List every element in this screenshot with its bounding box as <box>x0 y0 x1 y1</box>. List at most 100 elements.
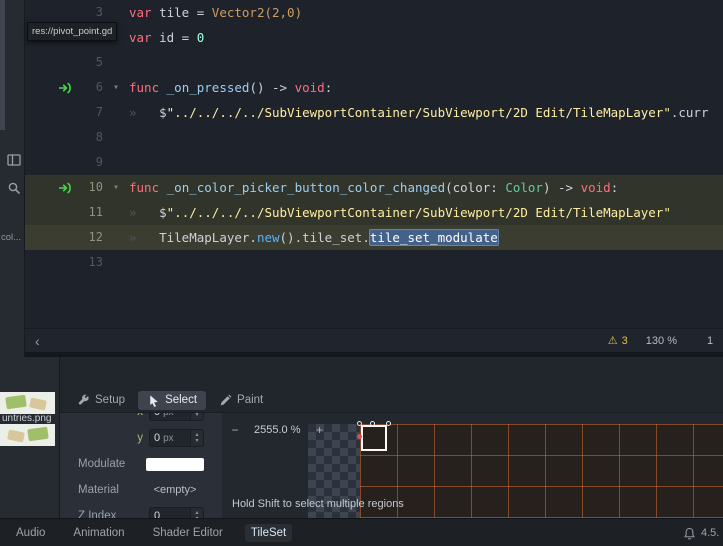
spin-value-box[interactable]: 0px <box>149 413 191 421</box>
spin-steppers[interactable]: ▴▾ <box>191 507 204 518</box>
resize-handle[interactable] <box>357 421 362 426</box>
bottom-tab-shader-editor[interactable]: Shader Editor <box>147 524 229 542</box>
slot-gutter <box>25 150 77 175</box>
code-text: var id = 0 <box>129 25 723 50</box>
bottom-area: untries.png SetupSelectPaint x0px▴▾y0px▴… <box>0 357 723 518</box>
atlas-tile-grid[interactable] <box>360 424 723 518</box>
slot-gutter <box>25 50 77 75</box>
code-text: » $"../../../../SubViewportContainer/Sub… <box>129 200 723 225</box>
code-text: func _on_pressed() -> void: <box>129 75 723 100</box>
line-number: 5 <box>77 50 103 75</box>
tab-setup[interactable]: Setup <box>68 391 134 410</box>
warnings-indicator[interactable]: ⚠ 3 <box>608 334 628 347</box>
slot-gutter <box>25 100 77 125</box>
cursor-icon <box>147 394 160 407</box>
script-status-bar: ‹ ⚠ 3 130 % 1 <box>25 328 723 352</box>
code-lines[interactable]: 3var tile = Vector2(2,0)4var id = 056▾fu… <box>25 0 723 328</box>
atlas-zoom-widget: − 2555.0 % + <box>228 423 326 437</box>
spin-steppers[interactable]: ▴▾ <box>191 413 204 421</box>
code-line[interactable]: 12» TileMapLayer.new().tile_set.tile_set… <box>25 225 723 250</box>
property-label: Material <box>78 484 146 496</box>
property-label: Modulate <box>78 458 146 470</box>
line-number: 10 <box>77 175 103 200</box>
tools-icon <box>77 394 90 407</box>
code-line[interactable]: 13 <box>25 250 723 275</box>
tile-properties: x0px▴▾y0px▴▾ModulateMaterial<empty>Z Ind… <box>60 413 222 518</box>
component-label: x <box>137 413 143 418</box>
spin-unit: px <box>163 433 174 444</box>
tileset-content: x0px▴▾y0px▴▾ModulateMaterial<empty>Z Ind… <box>60 412 723 518</box>
tab-label: Paint <box>237 394 263 406</box>
atlas-view[interactable]: − 2555.0 % + Hold Shift to select mu <box>222 413 723 518</box>
fold-gutter <box>103 150 129 175</box>
code-text: » $"../../../../SubViewportContainer/Sub… <box>129 100 723 125</box>
spin-steppers[interactable]: ▴▾ <box>191 429 204 447</box>
property-row: x0px▴▾ <box>60 413 222 425</box>
atlas-zoom-level[interactable]: 2555.0 % <box>254 424 300 436</box>
atlas-hint-text: Hold Shift to select multiple regions <box>232 498 404 510</box>
slot-gutter <box>25 200 77 225</box>
tileset-mode-tabs: Setup Select Paint <box>60 388 723 412</box>
signal-slot-icon[interactable] <box>25 75 77 100</box>
code-line[interactable]: 4var id = 0 <box>25 25 723 50</box>
property-row: y0px▴▾ <box>60 425 222 451</box>
tileset-panel: SetupSelectPaint x0px▴▾y0px▴▾ModulateMat… <box>60 357 723 518</box>
search-icon[interactable] <box>6 180 22 196</box>
tab-select[interactable]: Select <box>138 391 206 410</box>
code-line[interactable]: 11» $"../../../../SubViewportContainer/S… <box>25 200 723 225</box>
selected-tile-region[interactable] <box>361 425 387 451</box>
code-line[interactable]: 3var tile = Vector2(2,0) <box>25 0 723 25</box>
panel-layout-icon[interactable] <box>6 152 22 168</box>
zoom-out-icon[interactable]: − <box>228 423 242 437</box>
color-swatch[interactable] <box>146 458 204 471</box>
resize-handle[interactable] <box>386 421 391 426</box>
scroll-left-icon[interactable]: ‹ <box>35 333 40 349</box>
line-number: 8 <box>77 125 103 150</box>
file-thumbnail[interactable] <box>0 392 55 414</box>
warning-count: 3 <box>622 335 628 347</box>
notification-bell-icon[interactable] <box>683 527 696 540</box>
warning-icon: ⚠ <box>608 334 618 347</box>
code-line[interactable]: 9 <box>25 150 723 175</box>
tab-paint[interactable]: Paint <box>210 391 272 410</box>
code-line[interactable]: 8 <box>25 125 723 150</box>
spin-value: 0 <box>154 510 160 518</box>
left-scrollbar-thumb[interactable] <box>0 0 5 130</box>
file-thumbnail[interactable] <box>0 424 55 446</box>
editor-zoom-level[interactable]: 130 % <box>646 335 677 347</box>
code-line[interactable]: 6▾func _on_pressed() -> void: <box>25 75 723 100</box>
fold-chevron-icon[interactable]: ▾ <box>103 75 129 100</box>
property-value[interactable]: <empty> <box>146 484 204 496</box>
code-line[interactable]: 7 » $"../../../../SubViewportContainer/Su… <box>25 100 723 125</box>
code-line[interactable]: 10▾func _on_color_picker_button_color_ch… <box>25 175 723 200</box>
code-line[interactable]: 5 <box>25 50 723 75</box>
left-dock-sliver: col... <box>0 0 25 357</box>
spin-value-box[interactable]: 0 <box>149 507 191 518</box>
dock-item-truncated-label[interactable]: col... <box>1 232 21 243</box>
bottom-tab-audio[interactable]: Audio <box>10 524 51 542</box>
spin-unit: px <box>163 413 174 418</box>
line-number: 9 <box>77 150 103 175</box>
bottom-tab-tileset[interactable]: TileSet <box>245 524 292 542</box>
zoom-in-icon[interactable]: + <box>312 423 326 437</box>
line-number: 13 <box>77 250 103 275</box>
godot-editor: col... 3var tile = Vector2(2,0)4var id =… <box>0 0 723 546</box>
tab-label: Setup <box>95 394 125 406</box>
resize-handle[interactable] <box>370 421 375 426</box>
paint-icon <box>219 394 232 407</box>
fold-chevron-icon[interactable]: ▾ <box>103 175 129 200</box>
signal-slot-icon[interactable] <box>25 175 77 200</box>
property-row: Modulate <box>60 451 222 477</box>
property-row: Z Index0▴▾ <box>60 503 222 518</box>
code-text <box>129 50 723 75</box>
spin-value-box[interactable]: 0px <box>149 429 191 447</box>
resize-handle-active[interactable] <box>357 434 362 439</box>
code-text: func _on_color_picker_button_color_chang… <box>129 175 723 200</box>
file-name-label[interactable]: untries.png <box>2 413 51 424</box>
code-text <box>129 150 723 175</box>
fold-gutter <box>103 100 129 125</box>
spin-value: 0 <box>154 413 160 418</box>
bottom-tab-animation[interactable]: Animation <box>67 524 130 542</box>
slot-gutter <box>25 225 77 250</box>
line-number: 7 <box>77 100 103 125</box>
